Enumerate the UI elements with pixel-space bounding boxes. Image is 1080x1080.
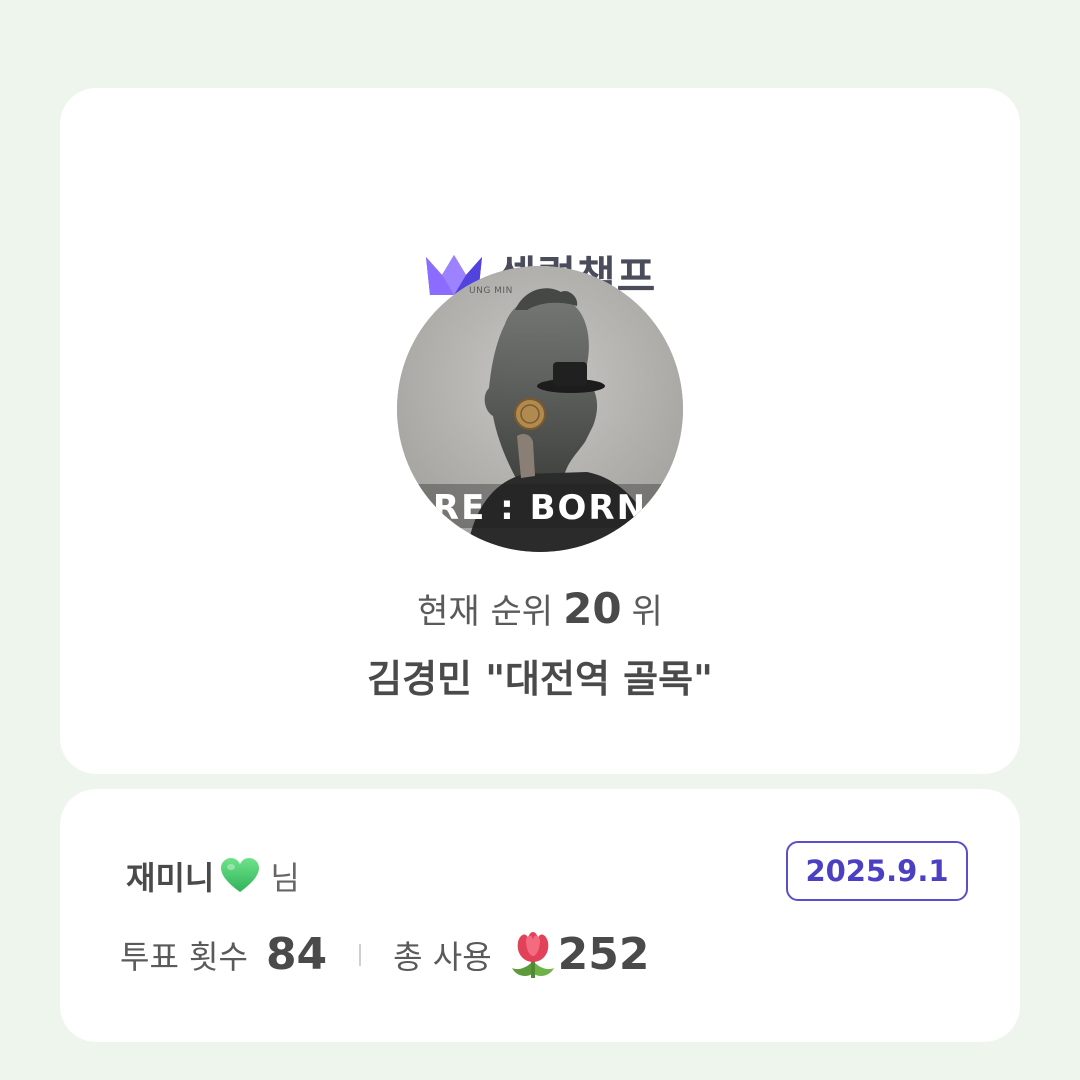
vote-summary-card: 재미니 님 2025.9.1 투표 횟수 84 총 사용 252: [60, 789, 1020, 1042]
votes-value: 84: [265, 929, 328, 980]
user-line: 재미니 님: [126, 853, 300, 899]
rank-card: 셀럽챔프: [60, 88, 1020, 774]
stats-divider: [359, 943, 362, 966]
current-rank: 현재 순위 20 위: [60, 584, 1020, 633]
date-badge: 2025.9.1: [786, 841, 968, 901]
song-title: 김경민 "대전역 골목": [367, 657, 713, 701]
album-title: RE : BORN: [432, 488, 648, 528]
user-suffix: 님: [270, 859, 300, 897]
total-value: 252: [557, 929, 650, 980]
total-label: 총 사용: [393, 937, 492, 976]
rank-value: 20: [563, 584, 622, 633]
vote-stats: 투표 횟수 84 총 사용 252: [120, 929, 650, 980]
user-name: 재미니: [126, 859, 215, 897]
votes-label: 투표 횟수: [120, 937, 248, 976]
green-heart-icon: [221, 858, 260, 892]
rank-label: 현재 순위: [417, 592, 554, 632]
tulip-icon: [511, 931, 554, 978]
album-caption: UNG MIN: [469, 286, 513, 296]
album-artwork[interactable]: UNG MIN RE : BORN: [397, 266, 683, 552]
rank-unit: 위: [631, 592, 663, 632]
